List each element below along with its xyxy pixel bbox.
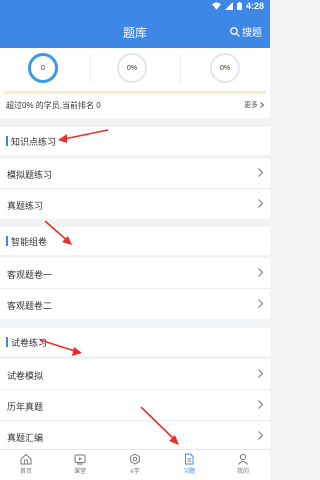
section-title: 试卷练习 [11, 338, 48, 348]
list-item-exam-collection[interactable]: 真题汇编 [0, 420, 270, 449]
list-item-label: 客观题卷二 [7, 301, 53, 311]
list-item-label: 真题汇编 [7, 433, 44, 443]
list-item-objective-1[interactable]: 客观题卷一 [0, 257, 270, 288]
tab-elearn[interactable]: e学 [115, 453, 155, 475]
chevron-right-icon [258, 168, 263, 177]
gear-icon [130, 453, 140, 465]
list-item-mock-practice[interactable]: 模拟题练习 [0, 157, 270, 188]
rank-progress-track [4, 91, 266, 94]
section-title: 知识点练习 [11, 137, 57, 147]
chevron-right-icon [258, 400, 263, 409]
stats-panel: 0 0% 0% [0, 48, 270, 90]
home-icon [20, 453, 32, 465]
status-bar: 4:28 [0, 0, 270, 14]
chevron-right-icon [258, 199, 263, 208]
rank-panel: 超过0% 的学员,当前排名 0 更多 [0, 90, 270, 118]
person-icon [238, 453, 248, 465]
chevron-right-icon [258, 268, 263, 277]
search-label: 搜题 [242, 28, 262, 39]
list-item-label: 客观题卷一 [7, 270, 53, 280]
document-icon [185, 453, 194, 465]
section-header-knowledge: 知识点练习 [0, 127, 270, 155]
wifi-icon [211, 2, 221, 10]
more-label: 更多 [244, 102, 258, 109]
chevron-right-icon [258, 431, 263, 440]
section-title: 智能组卷 [11, 237, 48, 247]
stat-circle-3: 0% [210, 53, 240, 83]
list-item-past-exams[interactable]: 历年真题 [0, 389, 270, 420]
divider [90, 54, 91, 84]
section-accent-bar [6, 236, 8, 246]
tab-mine[interactable]: 我的 [223, 453, 263, 475]
status-time: 4:28 [245, 1, 264, 11]
stat-circle-1: 0 [28, 53, 58, 83]
search-icon [230, 26, 240, 37]
chevron-right-icon [258, 299, 263, 308]
bottom-tab-bar: 首页 课堂 e学 习题 我的 [0, 449, 270, 480]
list-item-paper-mock[interactable]: 试卷模拟 [0, 358, 270, 389]
list-item-label: 试卷模拟 [7, 371, 44, 381]
list-item-label: 模拟题练习 [7, 170, 53, 180]
battery-icon [236, 2, 242, 10]
section-accent-bar [6, 337, 8, 347]
section-header-smart-paper: 智能组卷 [0, 227, 270, 255]
rank-text: 超过0% 的学员,当前排名 0 [6, 101, 101, 110]
list-item-label: 真题练习 [7, 201, 44, 211]
tab-label: 课堂 [73, 469, 86, 475]
tab-classroom[interactable]: 课堂 [60, 453, 100, 475]
section-header-paper-practice: 试卷练习 [0, 328, 270, 356]
tab-label: 我的 [236, 469, 249, 475]
tab-label: 习题 [182, 469, 195, 475]
stat-circle-2: 0% [117, 53, 147, 83]
search-button[interactable]: 搜题 [230, 24, 262, 39]
chevron-right-icon [258, 369, 263, 378]
divider [180, 54, 181, 84]
tab-exercises[interactable]: 习题 [169, 453, 209, 475]
more-button[interactable]: 更多 [244, 100, 264, 110]
list-item-objective-2[interactable]: 客观题卷二 [0, 288, 270, 319]
list-item-real-practice[interactable]: 真题练习 [0, 188, 270, 219]
tab-label: e学 [130, 469, 140, 475]
tab-home[interactable]: 首页 [6, 453, 46, 475]
section-accent-bar [6, 136, 8, 146]
video-icon [74, 454, 86, 465]
tab-label: 首页 [19, 469, 32, 475]
chevron-right-icon [260, 102, 264, 108]
app-header: 题库 搜题 [0, 14, 270, 48]
list-item-label: 历年真题 [7, 402, 44, 412]
signal-icon [224, 2, 233, 10]
